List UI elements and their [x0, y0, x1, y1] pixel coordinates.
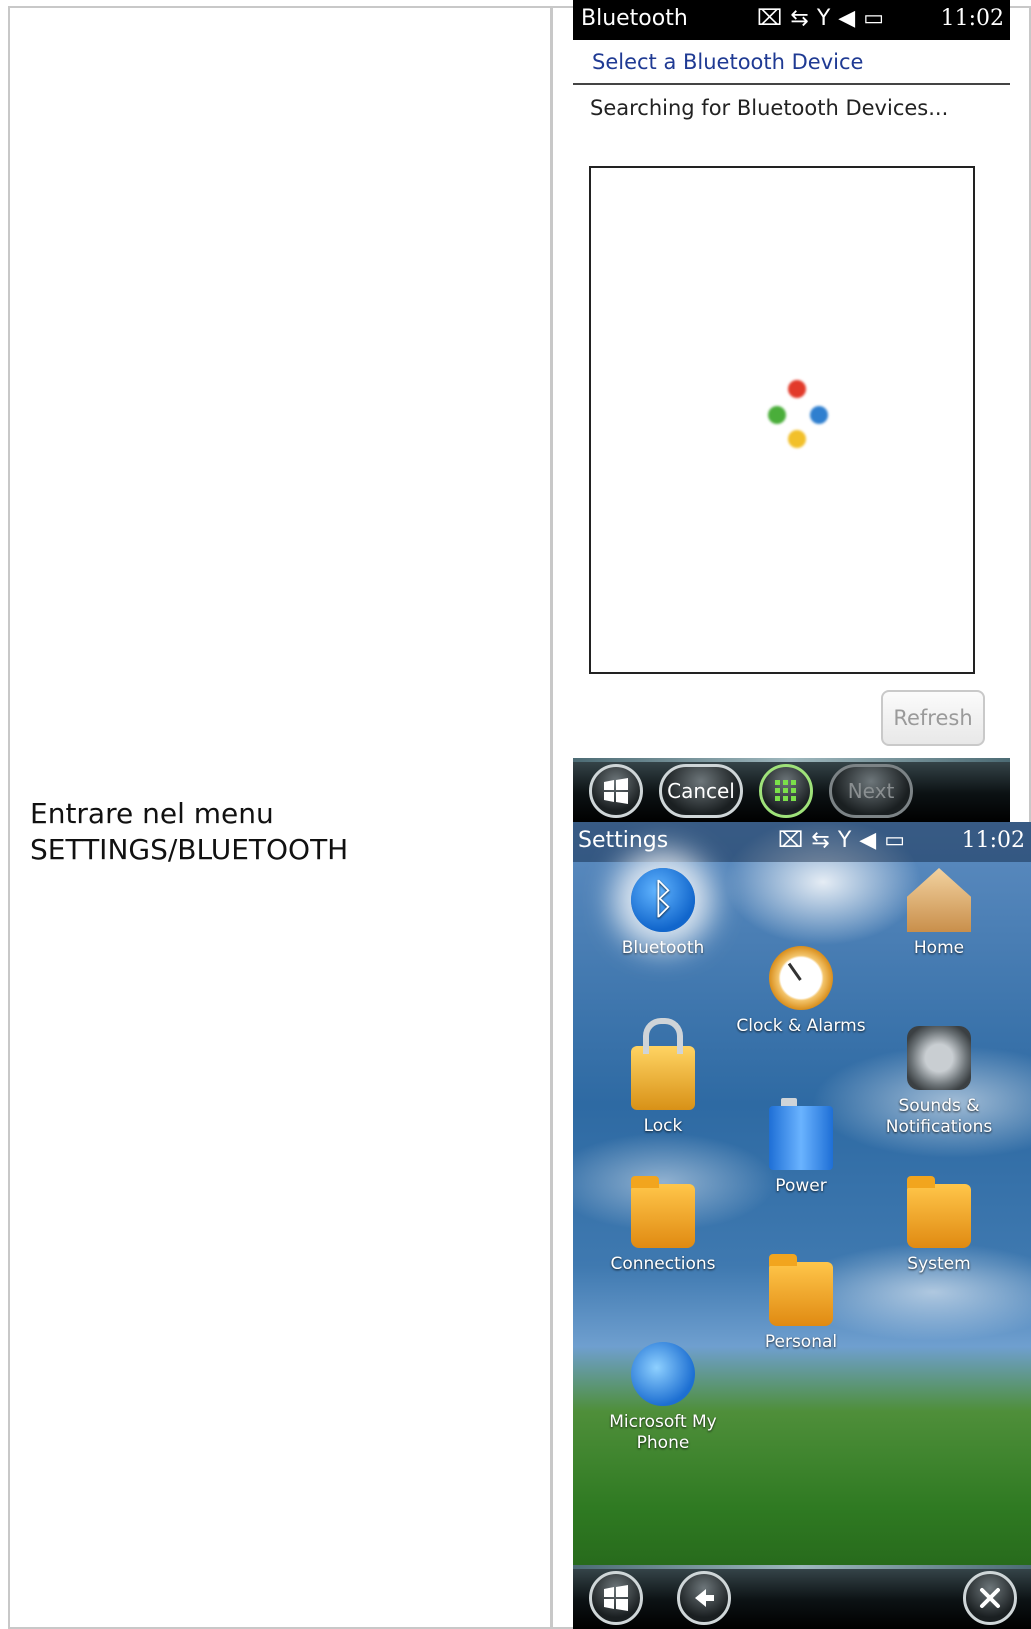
sim-icon: ⌧	[757, 6, 791, 31]
instruction-cell: Entrare nel menu SETTINGS/BLUETOOTH	[10, 8, 553, 1627]
tile-bluetooth[interactable]: ᛒ Bluetooth	[583, 868, 743, 959]
settings-screenshot: Settings ⌧⇆Y◀▭ 11:02 ᛒ Bluetooth Clock &…	[573, 822, 1031, 1629]
close-icon	[980, 1588, 1000, 1608]
clock-icon	[769, 946, 833, 1010]
back-arrow-icon	[695, 1589, 714, 1607]
sim-icon: ⌧	[778, 828, 812, 853]
search-status-text: Searching for Bluetooth Devices...	[590, 96, 949, 120]
volume-icon: ◀	[859, 828, 885, 853]
tile-label: Power	[775, 1176, 827, 1196]
battery-icon: ▭	[884, 828, 913, 853]
bluetooth-icon: ᛒ	[631, 868, 695, 932]
back-button[interactable]	[677, 1571, 731, 1625]
instruction-line-1: Entrare nel menu	[30, 797, 274, 830]
clock: 11:02	[961, 828, 1025, 853]
cancel-button[interactable]: Cancel	[659, 764, 743, 818]
keyboard-grid-icon	[775, 780, 796, 801]
volume-icon: ◀	[838, 6, 864, 31]
tile-system[interactable]: System	[859, 1176, 1019, 1275]
tile-lock[interactable]: Lock	[583, 1018, 743, 1137]
softkey-bar: Cancel Next	[573, 758, 1010, 822]
tile-label: Home	[913, 938, 965, 958]
battery-icon	[769, 1098, 833, 1170]
signal-off-icon: Y	[837, 828, 860, 853]
connections-folder-icon	[631, 1176, 695, 1248]
lock-icon	[631, 1018, 695, 1110]
tile-microsoft-my-phone[interactable]: Microsoft My Phone	[583, 1342, 743, 1454]
tile-label: Microsoft My Phone	[609, 1412, 717, 1453]
spinner-dot-blue	[810, 406, 828, 424]
screen-title: Settings	[578, 828, 669, 853]
keyboard-button[interactable]	[759, 764, 813, 818]
windows-logo-icon	[604, 1585, 628, 1611]
windows-logo-icon	[604, 778, 628, 804]
status-bar: Settings ⌧⇆Y◀▭ 11:02	[573, 822, 1031, 862]
refresh-button[interactable]: Refresh	[881, 690, 985, 746]
spinner-dot-green	[768, 406, 786, 424]
clock: 11:02	[940, 6, 1004, 31]
home-icon	[907, 868, 971, 932]
status-bar: Bluetooth ⌧⇆Y◀▭ 11:02	[573, 0, 1010, 40]
select-device-heading: Select a Bluetooth Device	[592, 50, 864, 74]
speaker-icon	[907, 1026, 971, 1090]
status-icons: ⌧⇆Y◀▭	[778, 828, 913, 853]
start-button[interactable]	[589, 1571, 643, 1625]
spinner-dot-yellow	[788, 430, 806, 448]
loading-spinner-icon	[768, 380, 828, 450]
instruction-text: Entrare nel menu SETTINGS/BLUETOOTH	[30, 796, 530, 868]
tile-label: System	[907, 1254, 971, 1274]
status-icons: ⌧⇆Y◀▭	[757, 6, 892, 31]
instruction-line-2: SETTINGS/BLUETOOTH	[30, 833, 349, 866]
tile-connections[interactable]: Connections	[583, 1176, 743, 1275]
bluetooth-screenshot: Bluetooth ⌧⇆Y◀▭ 11:02 Select a Bluetooth…	[573, 0, 1010, 822]
spinner-dot-red	[788, 380, 806, 398]
next-button[interactable]: Next	[829, 764, 913, 818]
start-button[interactable]	[589, 764, 643, 818]
softkey-bar	[573, 1565, 1031, 1629]
close-button[interactable]	[963, 1571, 1017, 1625]
sync-icon: ⇆	[811, 828, 838, 853]
tile-sounds-notifications[interactable]: Sounds & Notifications	[859, 1026, 1019, 1138]
divider	[573, 83, 1010, 85]
screen-title: Bluetooth	[581, 6, 688, 31]
tile-label: Connections	[610, 1254, 716, 1274]
battery-icon: ▭	[863, 6, 892, 31]
sync-icon: ⇆	[790, 6, 817, 31]
tile-clock-alarms[interactable]: Clock & Alarms	[721, 946, 881, 1037]
tile-label: Personal	[764, 1332, 838, 1352]
tile-home[interactable]: Home	[859, 868, 1019, 959]
my-phone-icon	[631, 1342, 695, 1406]
tile-label: Lock	[643, 1116, 683, 1136]
tile-label: Bluetooth	[621, 938, 705, 958]
tile-label: Sounds &	[898, 1096, 980, 1116]
tile-power[interactable]: Power	[721, 1098, 881, 1197]
tile-label: Clock & Alarms	[736, 1016, 866, 1036]
tile-label-line-2: Notifications	[885, 1117, 993, 1137]
personal-folder-icon	[769, 1254, 833, 1326]
signal-off-icon: Y	[816, 6, 839, 31]
tile-personal[interactable]: Personal	[721, 1254, 881, 1353]
system-folder-icon	[907, 1176, 971, 1248]
device-list[interactable]	[589, 166, 975, 674]
